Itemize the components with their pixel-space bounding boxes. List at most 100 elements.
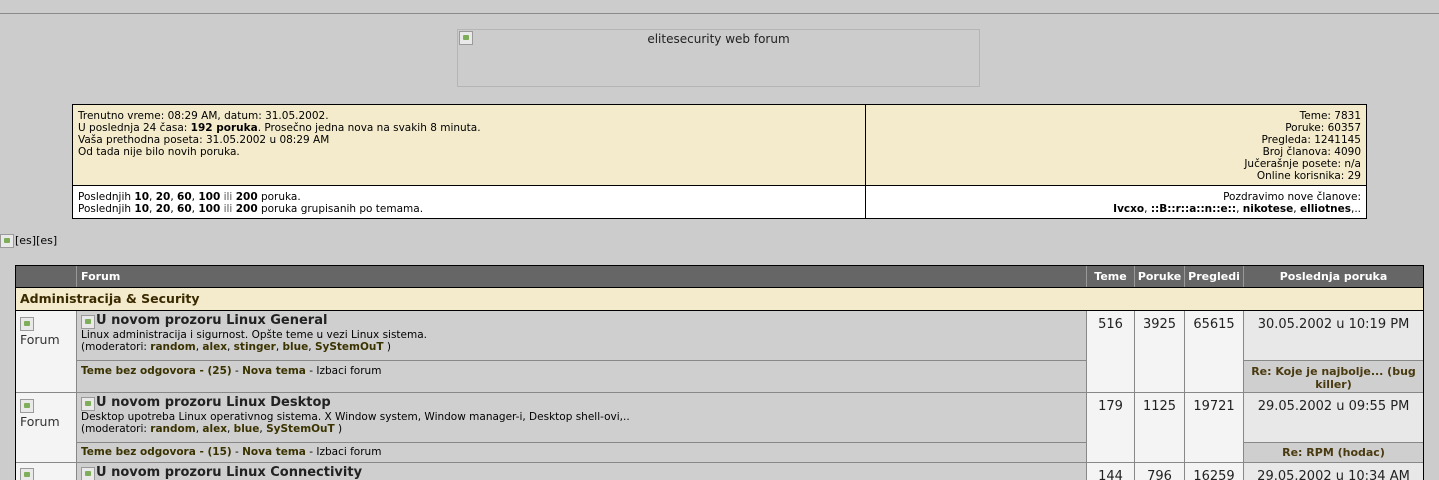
moderator-link[interactable]: random [150,341,195,353]
broken-image-icon [81,397,95,411]
last-24h-info: U poslednja 24 časa: 192 poruka. Prosečn… [78,122,481,134]
latest-20-link[interactable]: 20 [156,191,171,203]
latest-10-link[interactable]: 10 [134,191,149,203]
new-members-list: Ivcxo, ::B::r::a::n::e::, nikotese, elli… [1113,203,1361,215]
forum-topics-count: 516 [1087,311,1135,393]
forum-views-count: 16259 [1185,463,1244,480]
forum-views-count: 19721 [1185,393,1244,463]
broken-image-icon [81,315,95,329]
forum-topics-count: 144 [1087,463,1135,480]
member-link[interactable]: ::B::r::a::n::e:: [1151,203,1236,215]
forum-stats-cell: Teme: 7831 Poruke: 60357 Pregleda: 12411… [866,105,1366,186]
forum-links-cell: Teme bez odgovora - (25) - Nova tema - I… [77,361,1087,393]
last-post-topic-link[interactable]: Re: Koje je najbolje... (bug killer) [1244,361,1423,393]
new-topic-link[interactable]: Nova tema [242,365,306,377]
header-posts: Poruke [1135,266,1185,287]
forum-posts-count: 3925 [1135,311,1185,393]
stat-yesterday-visits: Jučerašnje posete: n/a [1244,158,1361,170]
moderator-link[interactable]: SyStemOuT [315,341,384,353]
latest-topics-line: Poslednjih 10, 20, 60, 100 ili 200 poruk… [78,203,424,215]
grouped-200-link[interactable]: 200 [236,203,258,215]
moderator-link[interactable]: alex [202,341,227,353]
moderator-link[interactable]: stinger [234,341,276,353]
header-icon-col [16,266,77,287]
forum-description: Linux administracija i sigurnost. Opšte … [81,329,428,341]
forum-main-cell: U novom prozoru Linux Connectivity [77,463,1087,480]
latest-100-link[interactable]: 100 [198,191,220,203]
unanswered-topics-link[interactable]: Teme bez odgovora - (25) [81,365,232,377]
broken-image-icon [0,234,14,248]
member-link[interactable]: nikotese [1243,203,1294,215]
header-last-post: Poslednja poruka [1244,266,1423,287]
last-post-date: 29.05.2002 u 09:55 PM [1244,393,1423,443]
header-topics: Teme [1087,266,1135,287]
moderator-link[interactable]: blue [234,423,260,435]
forum-posts-count: 796 [1135,463,1185,480]
time-info-cell: Trenutno vreme: 08:29 AM, datum: 31.05.2… [73,105,866,186]
grouped-100-link[interactable]: 100 [198,203,220,215]
stat-topics: Teme: 7831 [1299,110,1361,122]
browser-top-bar [0,0,1439,14]
stat-members: Broj članova: 4090 [1262,146,1361,158]
forum-posts-count: 1125 [1135,393,1185,463]
forum-status-icon [20,468,34,480]
moderator-link[interactable]: SyStemOuT [266,423,335,435]
stat-online-users: Online korisnika: 29 [1256,170,1361,182]
no-new-posts: Od tada nije bilo novih poruka. [78,146,240,158]
forum-moderators: (moderatori: random, alex, blue, SyStemO… [81,423,343,435]
language-selector[interactable]: [es][es] [0,234,57,248]
forum-icon-cell: Forum [16,311,77,393]
forum-links-cell: Teme bez odgovora - (15) - Nova tema - I… [77,443,1087,463]
forum-description: Desktop upotreba Linux operativnog siste… [81,411,630,423]
broken-image-icon [20,468,34,480]
forum-topics-count: 179 [1087,393,1135,463]
previous-visit: Vaša prethodna poseta: 31.05.2002 u 08:2… [78,134,330,146]
exclude-forum-link[interactable]: Izbaci forum [316,365,381,377]
new-topic-link[interactable]: Nova tema [242,446,306,458]
forum-table: Forum Teme Poruke Pregledi Poslednja por… [15,265,1424,480]
latest-200-link[interactable]: 200 [236,191,258,203]
forum-info-box: Trenutno vreme: 08:29 AM, datum: 31.05.2… [72,104,1367,219]
forum-views-count: 65615 [1185,311,1244,393]
header-forum: Forum [77,266,1087,287]
forum-status-icon: Forum [20,317,60,347]
member-link[interactable]: elliotnes [1300,203,1351,215]
grouped-60-link[interactable]: 60 [177,203,192,215]
latest-posts-line: Poslednjih 10, 20, 60, 100 ili 200 poruk… [78,191,301,203]
exclude-forum-link[interactable]: Izbaci forum [316,446,381,458]
broken-image-icon [81,467,95,480]
forum-title-link[interactable]: U novom prozoru Linux General [81,314,1082,329]
category-title[interactable]: Administracija & Security [16,287,1423,311]
unanswered-topics-link[interactable]: Teme bez odgovora - (15) [81,446,232,458]
grouped-20-link[interactable]: 20 [156,203,171,215]
forum-title-link[interactable]: U novom prozoru Linux Desktop [81,396,1082,411]
forum-status-icon: Forum [20,399,60,429]
welcome-label: Pozdravimo nove članove: [1223,191,1361,203]
last-post-date: 29.05.2002 u 10:34 AM [1244,463,1423,480]
moderator-link[interactable]: random [150,423,195,435]
latest-60-link[interactable]: 60 [177,191,192,203]
moderator-link[interactable]: alex [202,423,227,435]
forum-banner[interactable]: elitesecurity web forum [457,29,980,87]
forum-moderators: (moderatori: random, alex, stinger, blue… [81,341,391,353]
forum-main-cell: U novom prozoru Linux General Linux admi… [77,311,1087,361]
current-time: Trenutno vreme: 08:29 AM, datum: 31.05.2… [78,110,329,122]
forum-title-link[interactable]: U novom prozoru Linux Connectivity [81,466,1082,480]
broken-image-icon [20,317,34,331]
banner-alt-text: elitesecurity web forum [647,32,790,46]
new-members-cell: Pozdravimo nove članove: Ivcxo, ::B::r::… [866,186,1366,218]
grouped-10-link[interactable]: 10 [134,203,149,215]
latest-posts-cell: Poslednjih 10, 20, 60, 100 ili 200 poruk… [73,186,866,218]
forum-icon-cell: Forum [16,393,77,463]
language-alt-text: [es][es] [15,234,58,247]
broken-image-icon [20,399,34,413]
header-views: Pregledi [1185,266,1244,287]
moderator-link[interactable]: blue [283,341,309,353]
stat-posts: Poruke: 60357 [1285,122,1361,134]
last-post-date: 30.05.2002 u 10:19 PM [1244,311,1423,361]
forum-main-cell: U novom prozoru Linux Desktop Desktop up… [77,393,1087,443]
stat-views: Pregleda: 1241145 [1261,134,1361,146]
member-link[interactable]: Ivcxo [1113,203,1144,215]
last-post-topic-link[interactable]: Re: RPM (hodac) [1244,443,1423,463]
forum-icon-cell [16,463,77,480]
